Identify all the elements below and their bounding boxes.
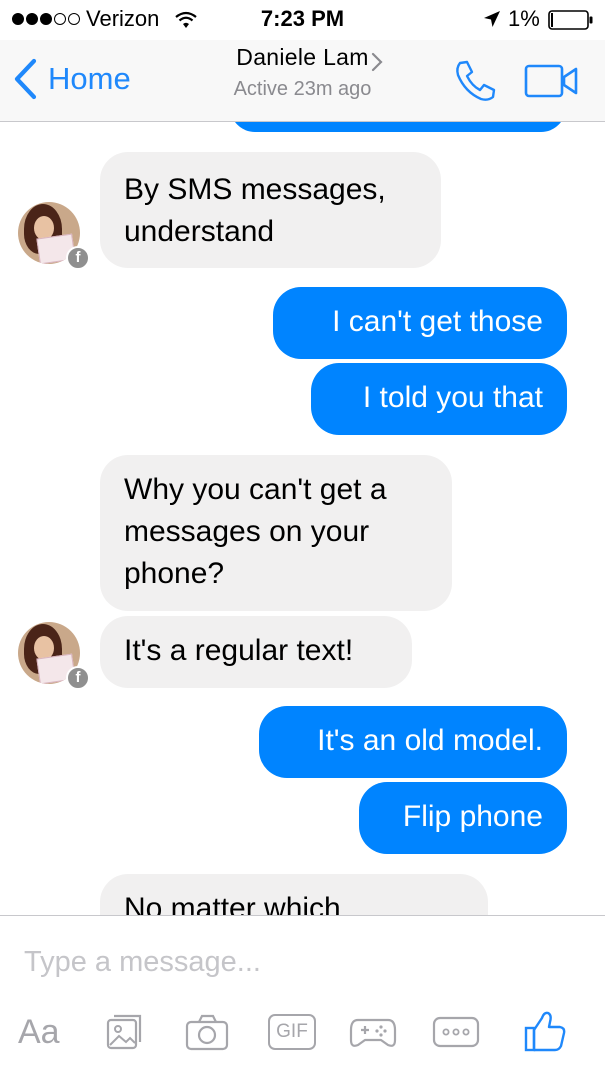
message-text: It's an old model. [317, 724, 543, 757]
facebook-badge-icon: f [66, 246, 90, 270]
message-input[interactable] [24, 942, 584, 982]
message-bubble-incoming[interactable]: Why you can't get a messages on your pho… [100, 455, 452, 611]
gif-button[interactable]: GIF [268, 1014, 316, 1050]
battery-percentage: 1% [508, 6, 540, 31]
gif-label: GIF [276, 1021, 308, 1042]
message-bubble-outgoing[interactable]: I told you that [311, 363, 567, 435]
text-format-button[interactable]: Aa [18, 1012, 60, 1052]
message-text: I told you that [362, 381, 543, 414]
message-bubble-outgoing[interactable]: Flip phone [359, 782, 567, 854]
message-text: phone? [124, 557, 225, 590]
facebook-badge-icon: f [66, 666, 90, 690]
video-call-icon[interactable] [524, 62, 580, 100]
game-icon[interactable] [348, 1012, 398, 1052]
more-icon[interactable] [432, 1012, 480, 1052]
camera-icon[interactable] [184, 1012, 230, 1052]
chevron-left-icon [14, 58, 37, 100]
contact-name: Daniele Lam [236, 44, 369, 70]
message-text: I can't get those [332, 305, 543, 338]
back-button[interactable]: Home [12, 58, 131, 100]
like-icon[interactable] [522, 1008, 568, 1054]
message-bubble-outgoing-partial [230, 122, 566, 132]
chevron-right-icon [371, 52, 383, 72]
message-text: No matter which [124, 892, 341, 915]
message-bubble-incoming[interactable]: It's a regular text! [100, 616, 412, 688]
message-bubble-incoming-partial[interactable]: No matter which [100, 874, 488, 915]
back-label: Home [48, 61, 131, 96]
battery-icon [548, 10, 593, 30]
message-text: Flip phone [402, 800, 543, 833]
contact-info[interactable]: Daniele Lam Active 23m ago [150, 44, 455, 101]
message-text: It's a regular text! [124, 634, 354, 667]
message-text: Why you can't get a [124, 473, 387, 506]
message-bubble-outgoing[interactable]: I can't get those [273, 287, 567, 359]
message-thread[interactable]: By SMS messages, understand f I can't ge… [0, 122, 605, 915]
status-bar: Verizon 7:23 PM 1% [0, 0, 605, 40]
photo-icon[interactable] [104, 1012, 144, 1052]
conversation-header: Home Daniele Lam Active 23m ago [0, 40, 605, 122]
messenger-screen: Verizon 7:23 PM 1% Home Daniele Lam Acti… [0, 0, 605, 1074]
message-composer: Aa GIF [0, 915, 605, 1074]
phone-call-icon[interactable] [452, 58, 498, 104]
contact-active-status: Active 23m ago [233, 78, 372, 100]
message-text: messages on your [124, 515, 370, 548]
message-bubble-incoming[interactable]: By SMS messages, understand [100, 152, 441, 268]
message-text: By SMS messages, [124, 173, 386, 206]
location-arrow-icon [484, 11, 500, 27]
message-text: understand [124, 215, 275, 248]
message-bubble-outgoing[interactable]: It's an old model. [259, 706, 567, 778]
